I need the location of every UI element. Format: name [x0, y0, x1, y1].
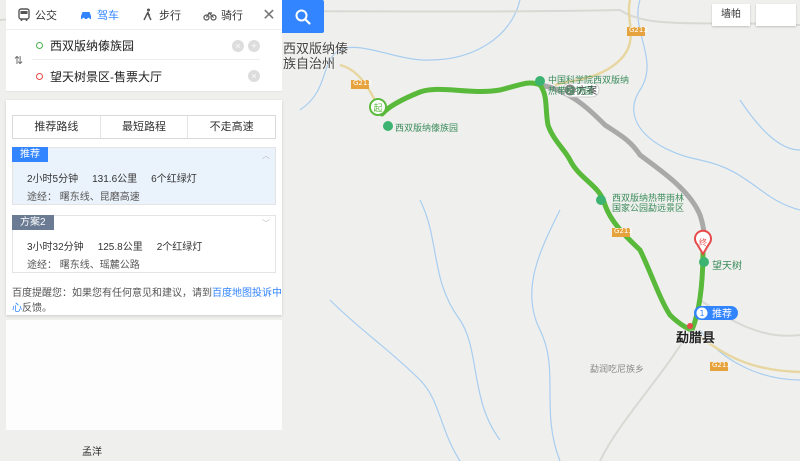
end-dot-icon [36, 72, 43, 80]
bus-icon [18, 7, 30, 21]
route-via: 途经： 曙东线、昆磨高速 [27, 192, 140, 203]
road-label-2: G213 [353, 79, 372, 87]
route-inputs: ⇅ 西双版纳傣族园 × + 望天树景区-售票大厅 × [6, 30, 282, 92]
start-poi-label[interactable]: 西双版纳傣族园 [395, 121, 458, 134]
mode-bus-label: 公交 [35, 9, 57, 22]
road-label-1: G213 [629, 26, 648, 34]
feedback-text: 百度提醒您：如果您有任何意见和建议，请到 [12, 288, 212, 299]
clear-start-icon[interactable]: × [232, 39, 244, 52]
svg-text:1: 1 [699, 309, 704, 318]
bottom-town-label: 孟洋 [82, 447, 102, 458]
route-badge: 方案2 [12, 215, 54, 230]
bike-icon [203, 11, 217, 21]
tab-shortest[interactable]: 最短路程 [99, 116, 188, 138]
route-results-panel: 推荐路线 最短路程 不走高速 推荐 ︿ 2小时5分钟 131.6公里 6个红绿灯… [6, 100, 282, 315]
tab-no-highway[interactable]: 不走高速 [187, 116, 275, 138]
route-tabs: 推荐路线 最短路程 不走高速 [12, 115, 276, 139]
county-label: 勐腊县 [676, 331, 716, 346]
collapse-icon[interactable]: ︿ [262, 150, 270, 161]
svg-text:终: 终 [699, 237, 707, 247]
road-label-3: G213 [614, 227, 633, 235]
end-poi-label[interactable]: 望天树 [712, 257, 742, 272]
route-lights: 2个红绿灯 [156, 242, 203, 253]
feedback-suffix: 反馈。 [22, 303, 52, 314]
route-time: 3小时32分钟 [27, 242, 84, 253]
route-badge: 推荐 [12, 147, 48, 162]
clear-end-icon[interactable]: × [248, 70, 260, 82]
mode-bike[interactable]: 骑行 [192, 0, 254, 30]
route-via: 途经： 曙东线、瑶麓公路 [27, 260, 140, 271]
feedback-note: 百度提醒您：如果您有任何意见和建议，请到百度地图投诉中心反馈。 [12, 286, 282, 316]
start-dot-icon [36, 42, 43, 49]
mode-bus[interactable]: 公交 [6, 0, 68, 30]
mode-bike-label: 骑行 [221, 9, 243, 22]
close-icon[interactable]: ✕ [256, 0, 282, 30]
walk-icon [143, 8, 152, 20]
add-waypoint-icon[interactable]: + [248, 39, 260, 52]
mode-car-label: 驾车 [97, 9, 119, 22]
svg-text:起: 起 [373, 103, 382, 114]
route-distance: 125.8公里 [97, 242, 143, 253]
road-label-4: G213 [712, 361, 731, 369]
map-menu-control[interactable] [756, 4, 796, 26]
mode-walk[interactable]: 步行 [130, 0, 192, 30]
town-label: 勐润吃尼族乡 [590, 365, 645, 375]
end-input-text[interactable]: 望天树景区-售票大厅 [50, 68, 244, 85]
end-field[interactable]: 望天树景区-售票大厅 × [32, 62, 260, 90]
faded-panel-area [6, 320, 282, 430]
start-marker[interactable]: 起 [369, 98, 387, 116]
expand-icon[interactable]: ﹀ [262, 218, 270, 229]
map-layer-control[interactable]: 墙帕 [712, 4, 750, 26]
rec-tag[interactable]: 1 推荐 [694, 306, 738, 320]
svg-text:推荐: 推荐 [712, 307, 732, 320]
route-card-1[interactable]: 推荐 ︿ 2小时5分钟 131.6公里 6个红绿灯 途经： 曙东线、昆磨高速 [12, 147, 276, 205]
route-time: 2小时5分钟 [27, 174, 79, 185]
swap-icon[interactable]: ⇅ [14, 54, 23, 67]
route-lights: 6个红绿灯 [151, 174, 197, 185]
route-distance: 131.6公里 [92, 174, 138, 185]
route-card-2[interactable]: 方案2 ﹀ 3小时32分钟 125.8公里 2个红绿灯 途经： 曙东线、瑶麓公路 [12, 215, 276, 273]
search-button[interactable] [282, 0, 324, 33]
start-input-text[interactable]: 西双版纳傣族园 [50, 37, 228, 54]
mode-walk-label: 步行 [159, 9, 181, 22]
transport-mode-bar: 公交 驾车 步行 骑行 ✕ [6, 0, 282, 30]
region-label: 西双版纳傣 族自治州 [283, 42, 349, 72]
botanical-garden-label-2: 热带植物园 [548, 87, 594, 97]
search-icon [295, 9, 311, 25]
mode-car[interactable]: 驾车 [68, 0, 130, 30]
start-field[interactable]: 西双版纳傣族园 × + [32, 32, 260, 60]
car-icon [81, 11, 91, 20]
rainforest-park-label-2: 国家公园勐远景区 [612, 204, 685, 214]
tab-recommended[interactable]: 推荐路线 [13, 116, 100, 138]
